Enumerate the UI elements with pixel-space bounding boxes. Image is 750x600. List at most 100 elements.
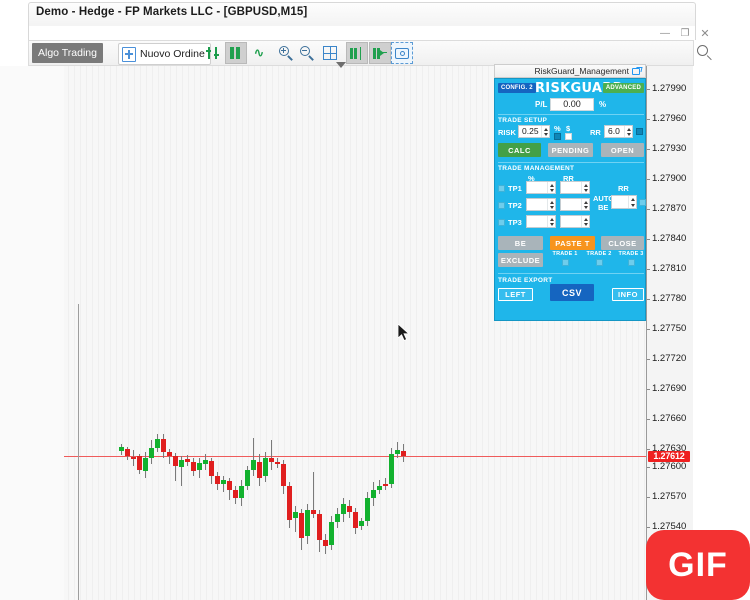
tp1-percent-input[interactable] (526, 181, 556, 194)
candlestick (359, 66, 364, 600)
line-chart-icon[interactable]: ∿ (248, 42, 270, 64)
rr-stepper[interactable] (624, 126, 632, 137)
close-button[interactable]: ✕ (698, 28, 712, 40)
crosshair-tool-icon[interactable] (202, 42, 224, 64)
chart-gridline (110, 66, 111, 600)
calc-button[interactable]: CALC (498, 143, 541, 157)
candlestick (299, 66, 304, 600)
candlestick (173, 66, 178, 600)
left-label: LEFT (505, 290, 526, 299)
window-body (28, 26, 696, 40)
tp2-checkbox[interactable] (498, 202, 505, 209)
trade-1-checkbox[interactable] (562, 259, 569, 266)
risk-label: RISK (498, 128, 516, 137)
risk-stepper[interactable] (541, 126, 549, 137)
tp1-rr-input[interactable] (560, 181, 590, 194)
trade-3-checkbox[interactable] (628, 259, 635, 266)
chart-gridline (92, 66, 93, 600)
chart-shift-icon[interactable] (346, 42, 368, 64)
tp2-rr-stepper[interactable] (581, 199, 589, 210)
auto-be-checkbox[interactable] (639, 199, 646, 206)
search-icon[interactable] (697, 45, 712, 60)
price-tick: 1.27930 (647, 143, 693, 154)
candlestick (377, 66, 382, 600)
new-order-icon (122, 46, 136, 62)
maximize-button[interactable]: ❐ (678, 28, 692, 40)
csv-button[interactable]: CSV (550, 284, 594, 301)
candlestick (119, 66, 124, 600)
pending-button[interactable]: PENDING (548, 143, 593, 157)
advanced-badge[interactable]: ADVANCED (602, 83, 644, 93)
riskguard-window-titlebar[interactable]: RiskGuard_Management (494, 64, 646, 78)
tp1-label: TP1 (508, 184, 522, 193)
tp3-percent-input[interactable] (526, 215, 556, 228)
auto-be-label-bottom: BE (598, 203, 609, 212)
candlestick (335, 66, 340, 600)
chart-gridline (446, 66, 447, 600)
tp1-percent-stepper[interactable] (547, 182, 555, 193)
config-badge[interactable]: CONFIG. 2 (498, 83, 536, 93)
exclude-button[interactable]: EXCLUDE (498, 253, 543, 267)
risk-usd-checkbox[interactable] (565, 133, 572, 140)
candlestick (251, 66, 256, 600)
zoom-in-icon[interactable] (275, 42, 297, 64)
auto-be-stepper[interactable] (628, 196, 636, 208)
grid-icon[interactable] (319, 42, 341, 64)
candlestick (395, 66, 400, 600)
auto-be-input[interactable] (611, 195, 637, 209)
rr-input[interactable]: 6.0 (604, 125, 633, 138)
chart-gridline (410, 66, 411, 600)
screenshot-icon[interactable] (391, 42, 413, 64)
tp1-rr-stepper[interactable] (581, 182, 589, 193)
chart-left-margin (0, 66, 64, 600)
open-button[interactable]: OPEN (601, 143, 644, 157)
pl-unit: % (599, 100, 607, 109)
pl-value: 0.00 (550, 98, 594, 111)
tp2-rr-input[interactable] (560, 198, 590, 211)
candlestick (227, 66, 232, 600)
tp3-percent-stepper[interactable] (547, 216, 555, 227)
algo-trading-button[interactable]: Algo Trading (32, 43, 103, 63)
info-button[interactable]: INFO (612, 288, 644, 301)
risk-percent-checkbox[interactable] (554, 133, 561, 140)
tp1-checkbox[interactable] (498, 185, 505, 192)
be-button[interactable]: BE (498, 236, 543, 250)
left-button[interactable]: LEFT (498, 288, 533, 301)
candlestick (149, 66, 154, 600)
zoom-out-icon[interactable] (296, 42, 318, 64)
minimize-button[interactable]: — (658, 28, 672, 40)
trade-management-title: TRADE MANAGEMENT (498, 165, 575, 172)
close-trade-button[interactable]: CLOSE (601, 236, 644, 250)
window-pin-icon[interactable] (632, 66, 643, 76)
tp2-percent-stepper[interactable] (547, 199, 555, 210)
tp3-rr-stepper[interactable] (581, 216, 589, 227)
rr-value: 6.0 (608, 126, 620, 137)
tp3-checkbox[interactable] (498, 219, 505, 226)
paste-button[interactable]: PASTE T (550, 236, 595, 250)
chart-gridline (80, 66, 81, 600)
price-tick: 1.27870 (647, 203, 693, 214)
new-order-button[interactable]: Nuovo Ordine (118, 43, 211, 65)
auto-scroll-icon[interactable] (369, 42, 391, 64)
candlestick (389, 66, 394, 600)
tp2-percent-input[interactable] (526, 198, 556, 211)
riskguard-panel[interactable]: CONFIG. 2 RISKGUARD ADVANCED P/L 0.00 % … (494, 78, 646, 321)
candlestick (317, 66, 322, 600)
chart-gridline (68, 66, 69, 600)
price-tick: 1.27960 (647, 113, 693, 124)
chart-gridline (434, 66, 435, 600)
gif-badge-label: GIF (668, 545, 728, 584)
tp3-rr-input[interactable] (560, 215, 590, 228)
bar-chart-icon[interactable] (225, 42, 247, 64)
rr-checkbox[interactable] (636, 128, 643, 135)
paste-label: PASTE T (555, 238, 590, 248)
window-title: Demo - Hedge - FP Markets LLC - [GBPUSD,… (36, 6, 308, 18)
trade-2-checkbox[interactable] (596, 259, 603, 266)
candlestick (239, 66, 244, 600)
be-label: BE (514, 238, 527, 248)
candlestick (131, 66, 136, 600)
risk-input[interactable]: 0.25 (518, 125, 550, 138)
price-axis[interactable]: 1.27990 1.27960 1.27930 1.27900 1.27870 1.278… (646, 66, 693, 600)
price-tick: 1.27660 (647, 413, 693, 424)
candlestick (383, 66, 388, 600)
